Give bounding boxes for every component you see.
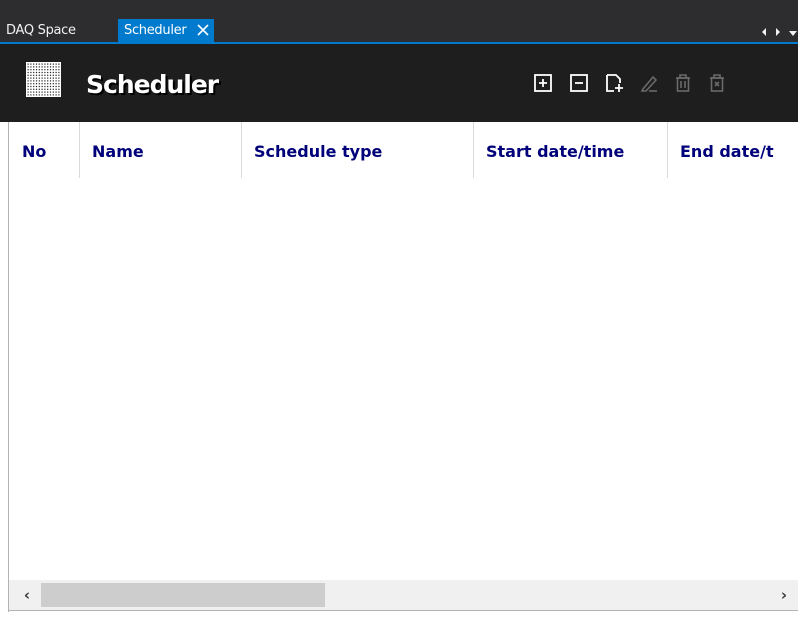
tab-label: DAQ Space [6, 23, 76, 38]
column-header-start-date-time[interactable]: Start date/time [473, 122, 667, 178]
tab-dropdown-icon[interactable] [788, 22, 798, 41]
scroll-right-icon[interactable] [774, 22, 782, 41]
tab-label: Scheduler [124, 23, 187, 38]
schedule-table: No Name Schedule type Start date/time En… [8, 122, 798, 612]
scheduler-header: Scheduler [0, 44, 798, 122]
scroll-left-icon[interactable] [760, 22, 768, 41]
edit-button[interactable] [638, 72, 660, 94]
table-bottom-border [8, 610, 798, 611]
add-icon [534, 74, 552, 92]
scrollbar-thumb[interactable] [41, 583, 325, 607]
tab-navigation [760, 25, 798, 37]
remove-button[interactable] [568, 72, 590, 94]
delete-calendar-icon [710, 74, 724, 92]
page-title: Scheduler [86, 70, 219, 99]
column-header-name[interactable]: Name [79, 122, 241, 178]
horizontal-scrollbar[interactable]: ‹ › [9, 580, 798, 610]
column-header-schedule-type[interactable]: Schedule type [241, 122, 473, 178]
delete-button[interactable] [672, 72, 694, 94]
document-tab-bar: DAQ Space Scheduler [0, 0, 798, 44]
add-button[interactable] [532, 72, 554, 94]
column-header-end-date-time[interactable]: End date/t [667, 122, 798, 178]
remove-icon [570, 74, 588, 92]
delete-icon [676, 74, 690, 92]
close-icon[interactable] [196, 22, 210, 36]
tab-daq-space[interactable]: DAQ Space [0, 19, 82, 42]
new-document-icon [606, 74, 623, 92]
new-schedule-button[interactable] [603, 72, 625, 94]
delete-schedule-button[interactable] [706, 72, 728, 94]
tab-scheduler[interactable]: Scheduler [118, 19, 215, 42]
edit-icon [640, 75, 658, 92]
scheduler-grid-icon [26, 62, 61, 97]
scroll-right-arrow-icon[interactable]: › [770, 580, 798, 610]
scroll-left-arrow-icon[interactable]: ‹ [13, 580, 41, 610]
column-header-no[interactable]: No [9, 122, 79, 178]
